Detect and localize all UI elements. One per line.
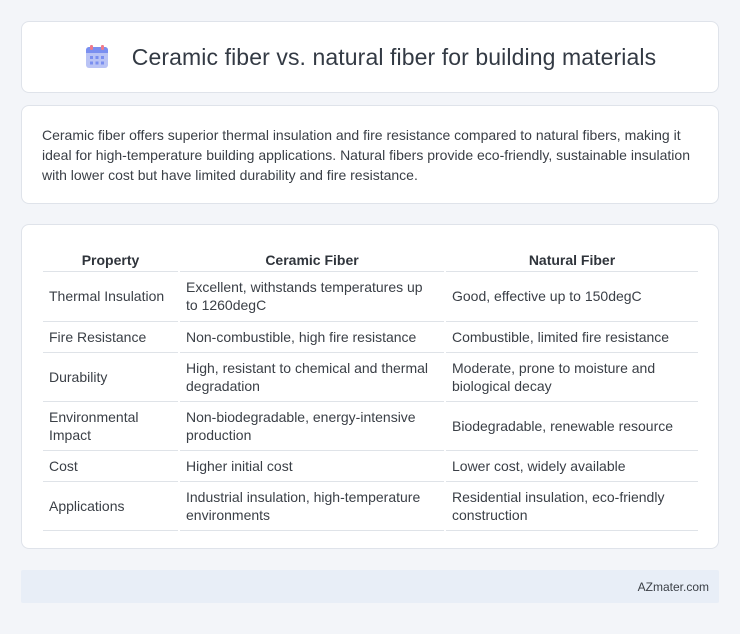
row-property: Durability [43, 351, 179, 401]
row-ceramic-value: Non-biodegradable, energy-intensive prod… [178, 400, 445, 450]
row-property: Thermal Insulation [43, 270, 179, 321]
table-row: Thermal Insulation Excellent, withstands… [43, 270, 698, 321]
row-ceramic-value: Industrial insulation, high-temperature … [178, 480, 445, 531]
row-property: Cost [43, 449, 179, 481]
row-property: Applications [43, 480, 179, 531]
calendar-icon [85, 45, 108, 68]
summary-card: Ceramic fiber offers superior thermal in… [21, 105, 719, 204]
page-title: Ceramic fiber vs. natural fiber for buil… [131, 43, 657, 70]
footer-source: AZmater.com [637, 579, 709, 594]
row-natural-value: Biodegradable, renewable resource [444, 400, 698, 450]
title-card: Ceramic fiber vs. natural fiber for buil… [21, 21, 719, 93]
header-natural-fiber: Natural Fiber [444, 245, 698, 271]
row-ceramic-value: Excellent, withstands temperatures up to… [178, 270, 445, 321]
table-row: Fire Resistance Non-combustible, high fi… [43, 320, 698, 352]
row-property: Fire Resistance [43, 320, 179, 352]
table-row: Applications Industrial insulation, high… [43, 480, 698, 531]
row-property: Environmental Impact [43, 400, 179, 450]
row-ceramic-value: High, resistant to chemical and thermal … [178, 351, 445, 401]
comparison-table-card: Property Ceramic Fiber Natural Fiber The… [21, 224, 719, 549]
header-ceramic-fiber: Ceramic Fiber [178, 245, 445, 271]
header-property: Property [81, 251, 140, 268]
table-row: Cost Higher initial cost Lower cost, wid… [43, 449, 698, 481]
summary-text: Ceramic fiber offers superior thermal in… [42, 127, 690, 183]
row-natural-value: Good, effective up to 150degC [444, 270, 698, 321]
row-natural-value: Combustible, limited fire resistance [444, 320, 698, 352]
row-natural-value: Lower cost, widely available [444, 449, 698, 481]
table-row: Durability High, resistant to chemical a… [43, 351, 698, 401]
comparison-table: Property Ceramic Fiber Natural Fiber The… [43, 245, 698, 531]
row-ceramic-value: Higher initial cost [178, 449, 445, 481]
row-ceramic-value: Non-combustible, high fire resistance [178, 320, 445, 352]
table-header-row: Property Ceramic Fiber Natural Fiber [43, 245, 698, 271]
row-natural-value: Moderate, prone to moisture and biologic… [444, 351, 698, 401]
table-row: Environmental Impact Non-biodegradable, … [43, 400, 698, 450]
row-natural-value: Residential insulation, eco-friendly con… [444, 480, 698, 531]
footer: AZmater.com [21, 570, 719, 603]
